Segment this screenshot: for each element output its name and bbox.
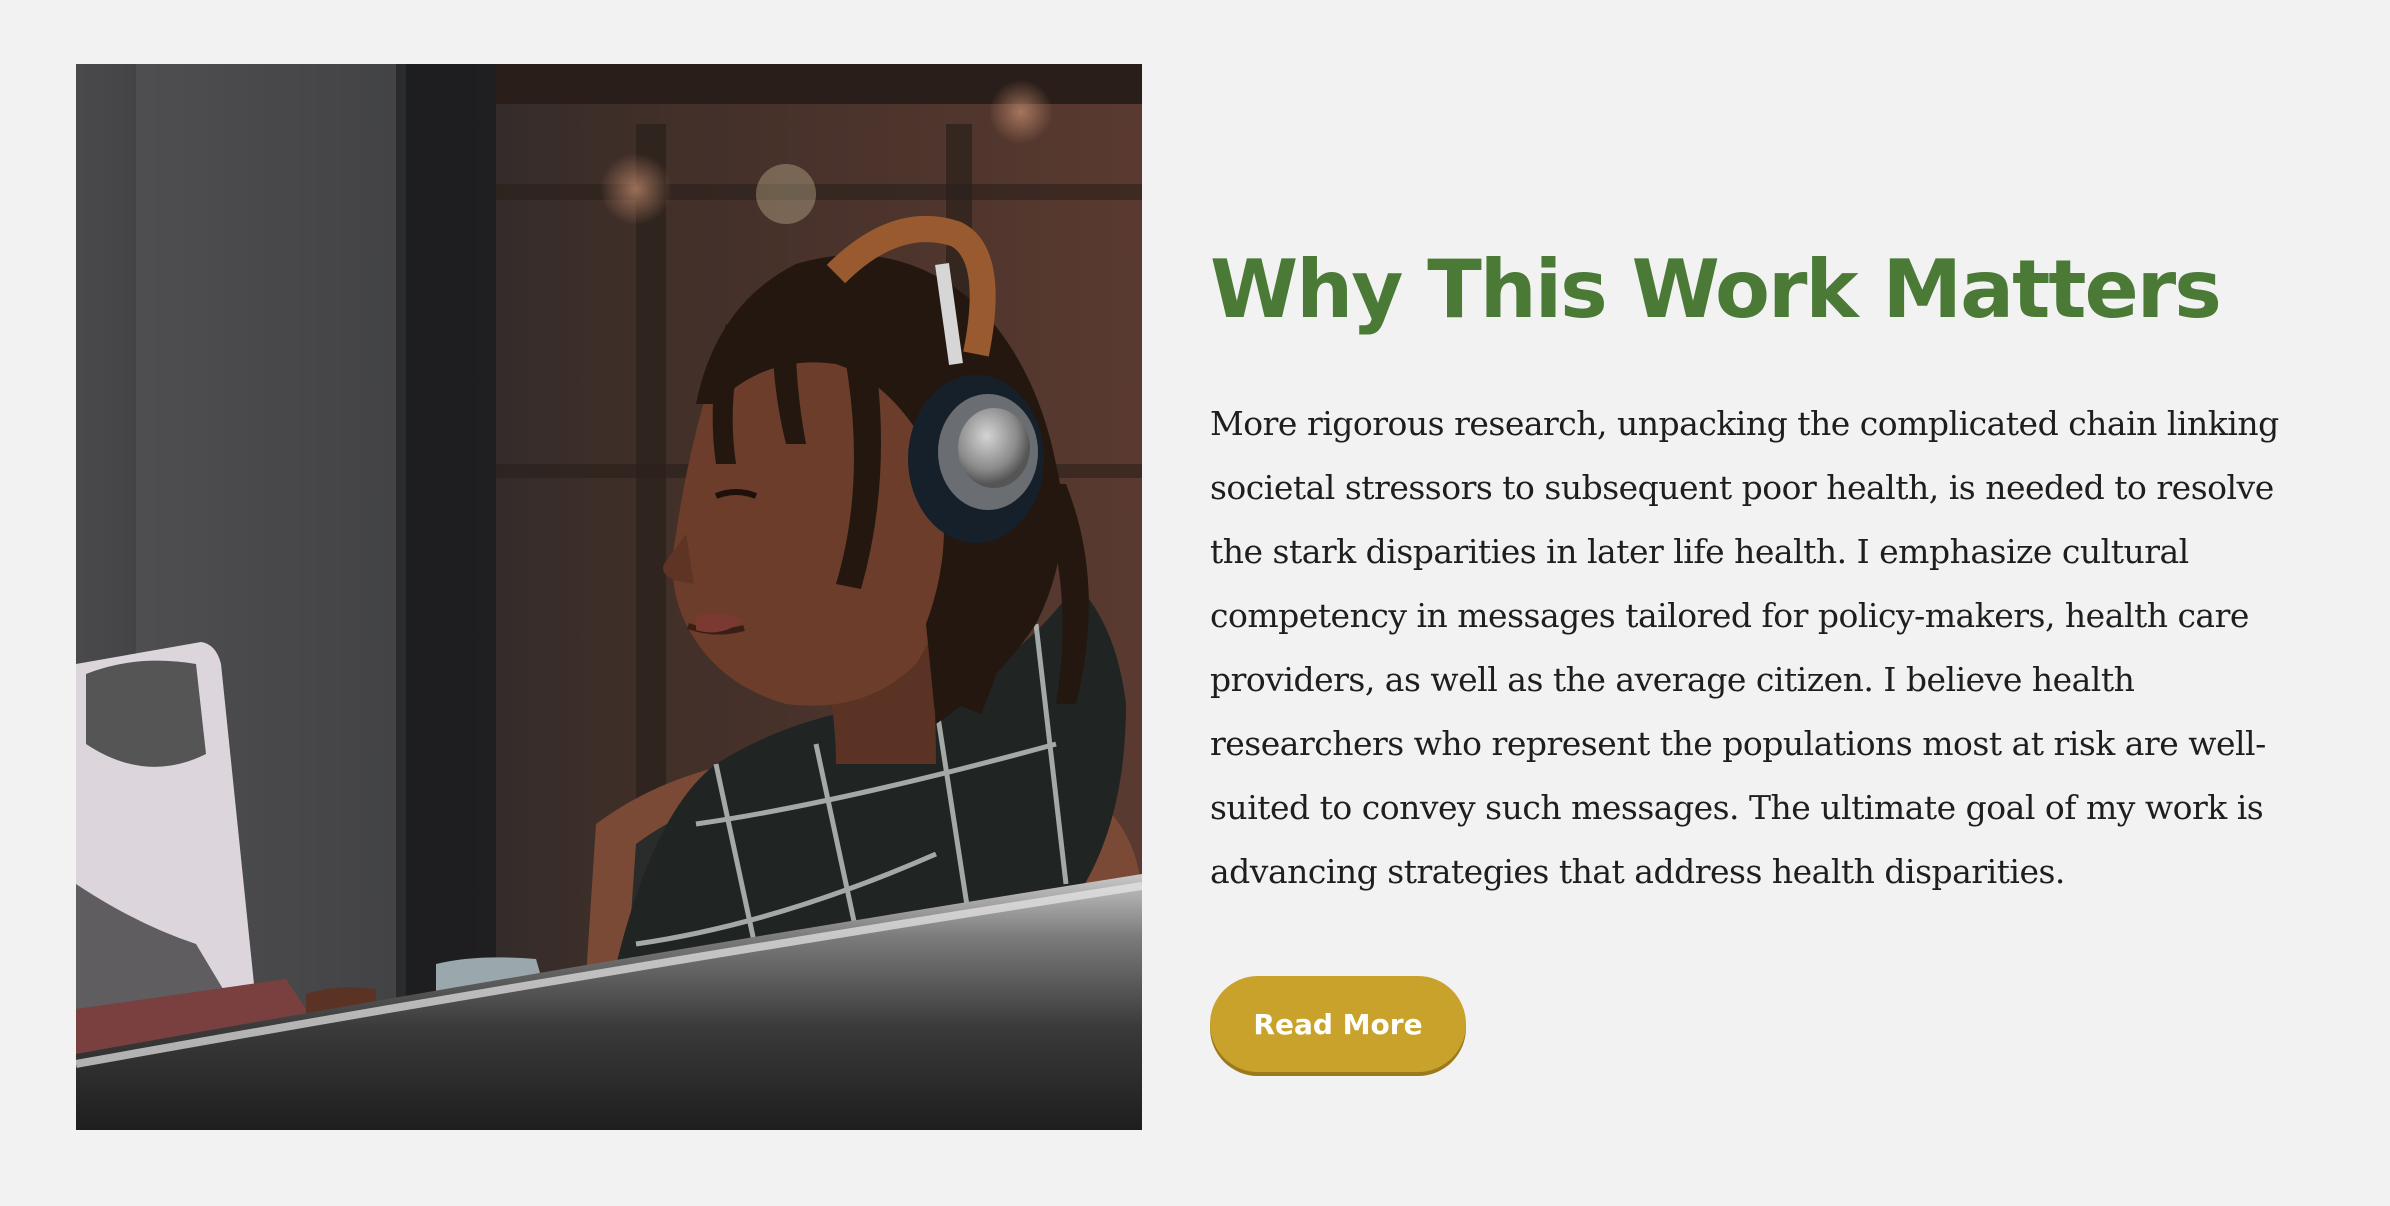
- why-this-work-matters-section: Why This Work Matters More rigorous rese…: [0, 0, 2390, 1206]
- photo-woman-with-headphones: [76, 64, 1142, 1130]
- section-title: Why This Work Matters: [1210, 243, 2222, 336]
- read-more-button[interactable]: Read More: [1210, 976, 1466, 1072]
- text-content: Why This Work Matters More rigorous rese…: [1210, 240, 2290, 1072]
- section-body: More rigorous research, unpacking the co…: [1210, 404, 2279, 891]
